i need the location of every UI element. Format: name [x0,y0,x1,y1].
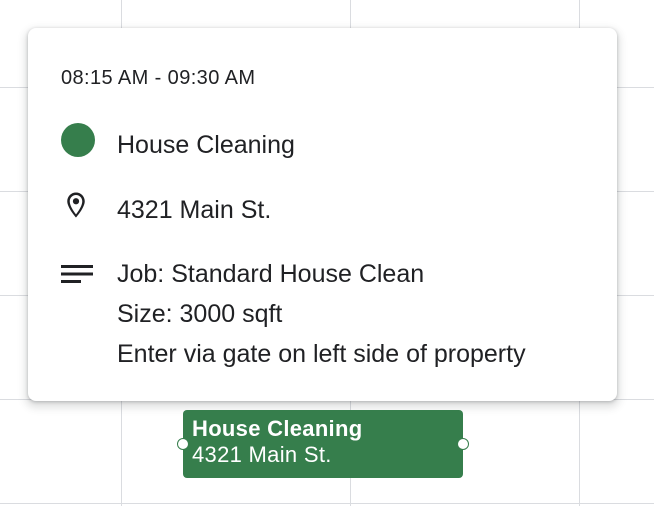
resize-handle-right[interactable] [457,438,469,450]
event-title: House Cleaning [117,131,295,159]
notes-lines-icon [61,265,93,283]
event-chip-location: 4321 Main St. [192,442,332,467]
location-pin-icon [67,192,85,218]
event-note-size: Size: 3000 sqft [117,300,283,328]
resize-handle-left[interactable] [177,438,189,450]
grid-line [0,503,654,504]
event-chip[interactable]: House Cleaning 4321 Main St. [177,410,469,478]
event-time-range: 08:15 AM - 09:30 AM [61,67,256,89]
event-title-row: House Cleaning [61,123,295,165]
event-chip-title: House Cleaning [192,416,363,441]
event-note-job: Job: Standard House Clean [117,260,425,288]
event-note-entry: Enter via gate on left side of property [117,340,526,368]
event-notes: Job: Standard House Clean Size: 3000 sqf… [117,254,526,374]
event-details-popover: 08:15 AM - 09:30 AM House Cleaning 4321 … [28,28,617,401]
event-location-row: 4321 Main St. [61,190,271,230]
event-color-dot-icon [61,123,95,157]
event-location: 4321 Main St. [117,196,272,224]
event-notes-row: Job: Standard House Clean Size: 3000 sqf… [61,254,526,374]
